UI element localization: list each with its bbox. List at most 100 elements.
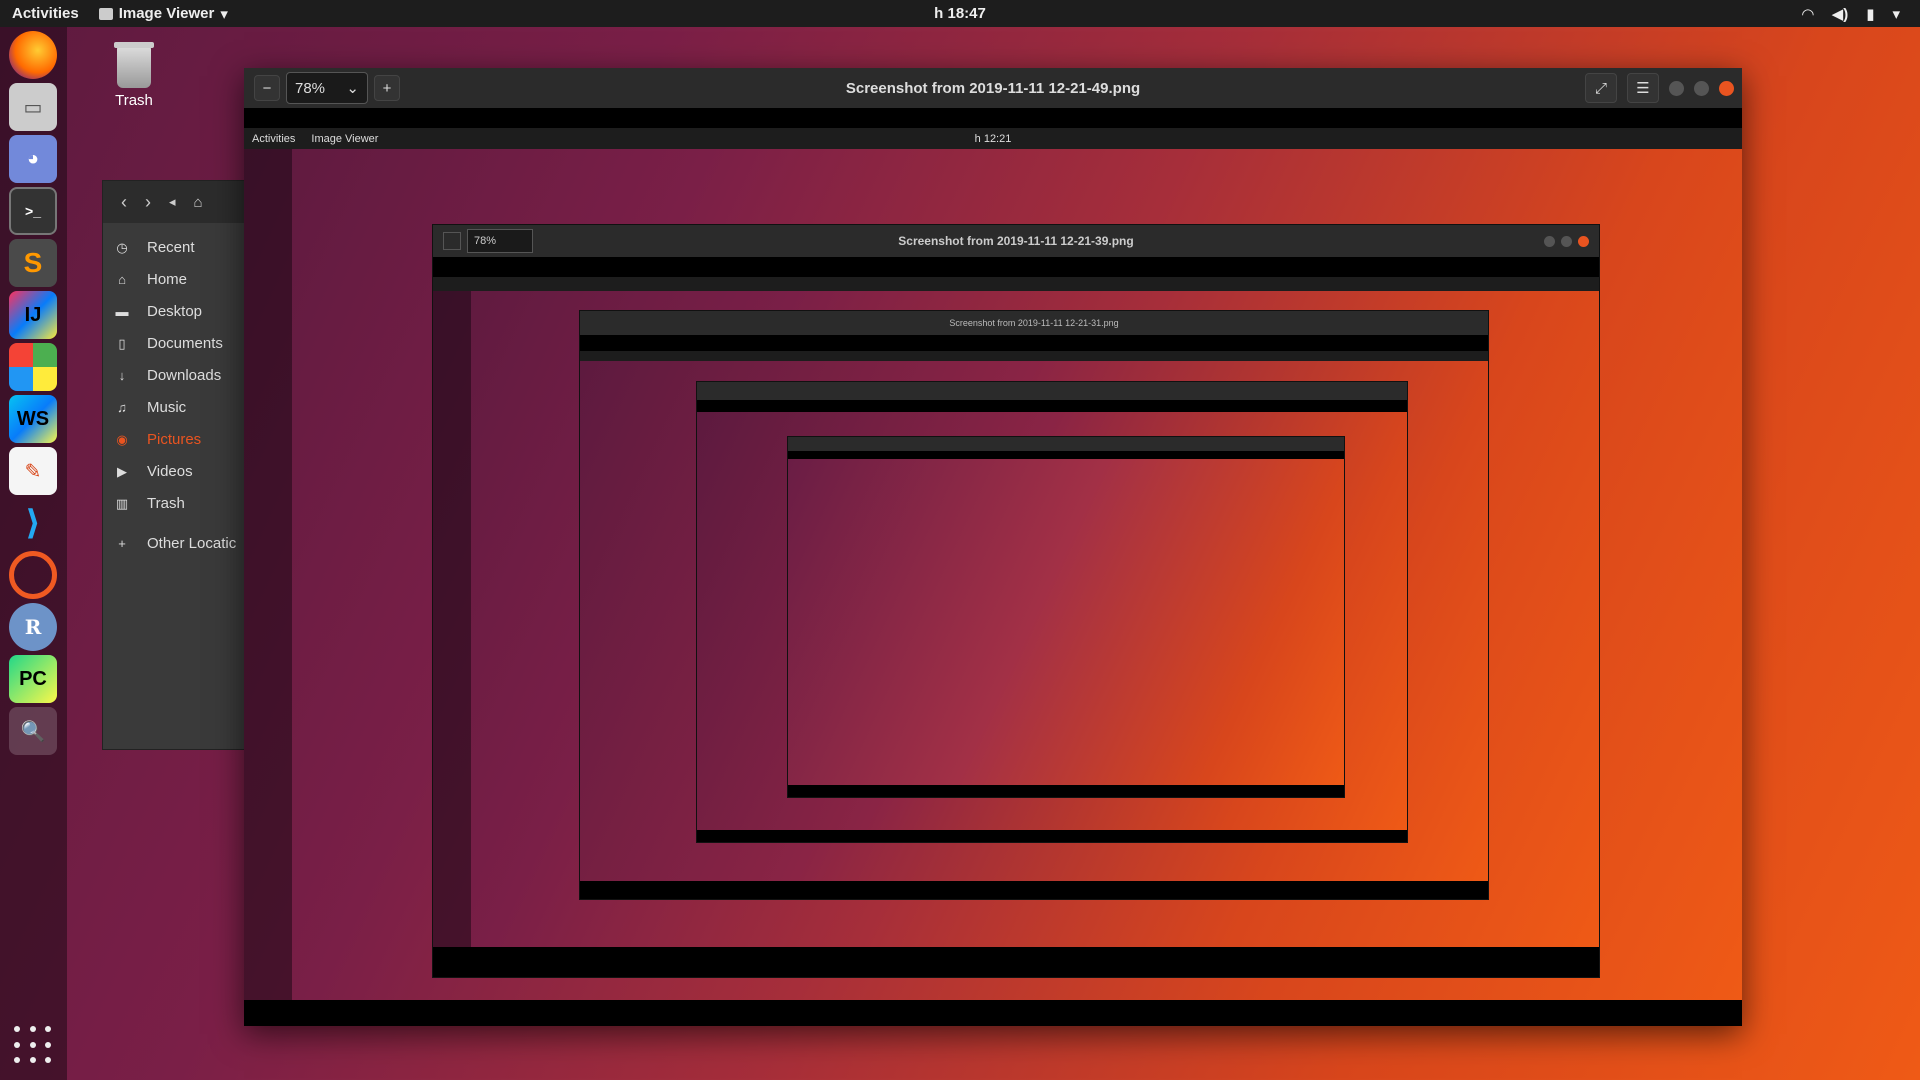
nested-dock: [244, 149, 292, 1000]
dock: ▭ ◕ >_ S IJ WS ✎ ⟩ R PC 🔍: [0, 27, 67, 1080]
folder-icon: ▬: [115, 304, 129, 319]
nested-topbar-2: [433, 277, 1599, 291]
chevron-down-icon: ▾: [1892, 5, 1900, 23]
sidebar-item-downloads[interactable]: ↓ Downloads: [103, 359, 251, 391]
nested-headerbar-1: 78% Screenshot from 2019-11-11 12-21-39.…: [433, 225, 1599, 257]
sidebar-item-label: Recent: [147, 238, 195, 256]
sidebar-item-home[interactable]: ⌂ Home: [103, 263, 251, 295]
home-icon[interactable]: ⌂: [194, 194, 203, 211]
clock-icon: ◷: [116, 240, 128, 255]
zoom-combo[interactable]: 78% ⌄: [286, 72, 368, 104]
zoom-in-button[interactable]: +: [374, 75, 400, 101]
minimize-button[interactable]: [1669, 80, 1684, 96]
sidebar-item-label: Documents: [147, 334, 223, 352]
show-applications-button[interactable]: [14, 1026, 54, 1066]
nested-title-1: Screenshot from 2019-11-11 12-21-39.png: [898, 234, 1134, 248]
chevron-down-icon: ⌄: [346, 80, 359, 97]
windows-app-icon[interactable]: [9, 343, 57, 391]
sidebar-item-label: Trash: [147, 494, 185, 512]
sidebar-item-desktop[interactable]: ▬ Desktop: [103, 295, 251, 327]
nested-canvas-4: [788, 459, 1344, 785]
app-menu-label: Image Viewer: [118, 5, 215, 22]
sublime-text-icon[interactable]: S: [9, 239, 57, 287]
nested-viewer-1: 78% Screenshot from 2019-11-11 12-21-39.…: [432, 224, 1600, 978]
sidebar-item-label: Music: [147, 398, 187, 416]
nested-activities: Activities: [252, 132, 296, 145]
chevron-down-icon: ▾: [220, 5, 228, 23]
maximize-button[interactable]: [1694, 80, 1709, 96]
desktop-trash[interactable]: Trash: [108, 42, 160, 109]
nested-headerbar-4: [788, 437, 1344, 451]
sidebar-item-trash[interactable]: ▥ Trash: [103, 487, 251, 519]
zoom-value: 78%: [295, 79, 326, 97]
clock[interactable]: h 18:47: [934, 5, 986, 22]
sidebar-item-pictures[interactable]: ◉ Pictures: [103, 423, 251, 455]
vscode-icon[interactable]: ⟩: [9, 499, 57, 547]
nested-topbar: Activities Image Viewer h 12:21: [244, 128, 1742, 149]
nested-maximize: [1561, 235, 1572, 247]
document-icon: ▯: [118, 336, 126, 351]
close-button[interactable]: [1719, 80, 1734, 96]
nested-headerbar-3: [697, 382, 1407, 400]
nested-viewer-3: [696, 381, 1408, 843]
nested-topbar-3: [580, 351, 1488, 361]
files-icon[interactable]: ▭: [9, 83, 57, 131]
nested-zoom: 78%: [467, 229, 533, 253]
sidebar-item-recent[interactable]: ◷ Recent: [103, 231, 251, 263]
back-icon[interactable]: ‹: [121, 192, 127, 213]
nested-clock: h 12:21: [974, 132, 1012, 145]
discord-icon[interactable]: ◕: [9, 135, 57, 183]
nested-viewer-4: [787, 436, 1345, 798]
files-window: ‹ › ◂ ⌂ ◷ Recent ⌂ Home ▬ Desktop ▯ Document…: [102, 180, 252, 750]
nested-dock-2: [433, 291, 471, 947]
nested-canvas-3: [697, 412, 1407, 830]
files-headerbar: ‹ › ◂ ⌂: [103, 181, 251, 223]
sidebar-item-label: Home: [147, 270, 188, 288]
image-viewer-window: − 78% ⌄ + Screenshot from 2019-11-11 12-…: [244, 68, 1742, 1026]
path-left-icon[interactable]: ◂: [169, 194, 176, 210]
nested-minimize: [1544, 235, 1555, 247]
download-icon: ↓: [118, 368, 126, 383]
forward-icon[interactable]: ›: [145, 192, 151, 213]
sidebar-item-other-locations[interactable]: + Other Locatic: [103, 527, 251, 559]
files-sidebar: ◷ Recent ⌂ Home ▬ Desktop ▯ Documents ↓ Downl…: [103, 231, 251, 559]
sidebar-item-music[interactable]: ♫ Music: [103, 391, 251, 423]
image-viewer-icon[interactable]: 🔍: [9, 707, 57, 755]
sidebar-item-videos[interactable]: ▶ Videos: [103, 455, 251, 487]
window-title: Screenshot from 2019-11-11 12-21-49.png: [845, 79, 1141, 97]
sidebar-item-label: Desktop: [147, 302, 203, 320]
trash-icon: ▥: [115, 496, 129, 511]
volume-icon: ◀): [1831, 5, 1849, 23]
app-menu[interactable]: Image Viewer ▾: [98, 5, 228, 23]
battery-icon: ▮: [1866, 5, 1875, 23]
system-tray[interactable]: ◠ ◀) ▮ ▾: [1802, 5, 1900, 23]
sidebar-item-documents[interactable]: ▯ Documents: [103, 327, 251, 359]
top-bar: Activities Image Viewer ▾ h 18:47 ◠ ◀) ▮…: [0, 0, 1920, 27]
plus-icon: +: [118, 536, 126, 551]
zoom-out-button[interactable]: −: [254, 75, 280, 101]
trash-icon: [114, 42, 154, 88]
sidebar-item-label: Videos: [147, 462, 193, 480]
video-icon: ▶: [117, 464, 127, 479]
terminal-icon[interactable]: >_: [9, 187, 57, 235]
r-icon[interactable]: R: [9, 603, 57, 651]
webstorm-icon[interactable]: WS: [9, 395, 57, 443]
pycharm-icon[interactable]: PC: [9, 655, 57, 703]
image-canvas: Activities Image Viewer h 12:21 78% Scre…: [244, 128, 1742, 1000]
sidebar-item-label: Other Locatic: [147, 534, 237, 552]
nested-window-controls-1: [1544, 235, 1589, 247]
activities-button[interactable]: Activities: [0, 5, 91, 22]
ubuntu-software-icon[interactable]: [9, 551, 57, 599]
intellij-icon[interactable]: IJ: [9, 291, 57, 339]
nested-zoom-out: [443, 232, 461, 250]
fullscreen-button[interactable]: ⤢: [1585, 73, 1617, 103]
nested-title-2: Screenshot from 2019-11-11 12-21-31.png: [580, 311, 1488, 335]
menu-button[interactable]: ☰: [1627, 73, 1659, 103]
nested-viewer-2: Screenshot from 2019-11-11 12-21-31.png: [579, 310, 1489, 900]
nested-canvas-2: [580, 351, 1488, 881]
home-icon: ⌂: [118, 272, 126, 287]
firefox-icon[interactable]: [9, 31, 57, 79]
text-editor-icon[interactable]: ✎: [9, 447, 57, 495]
sidebar-item-label: Downloads: [147, 366, 222, 384]
sidebar-item-label: Pictures: [147, 430, 202, 448]
